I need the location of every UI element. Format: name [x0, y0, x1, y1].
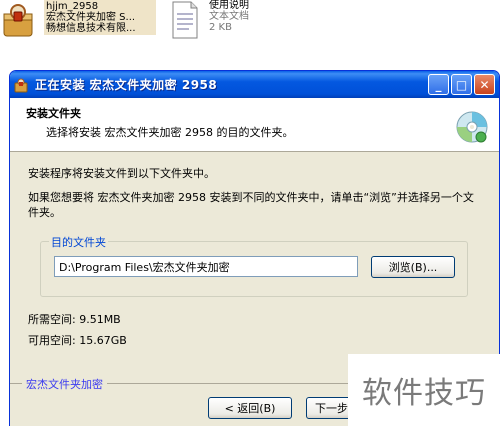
destination-folder-label: 目的文件夹	[49, 234, 108, 250]
browse-button[interactable]: 浏览(B)...	[371, 256, 455, 278]
screen: hjjm_2958 宏杰文件夹加密 S... 畅想信息技术有限... 使用说明 …	[0, 0, 500, 426]
installer-file-name: hjjm_2958	[46, 1, 99, 12]
installer-package-icon	[0, 0, 40, 40]
installer-file-description: 宏杰文件夹加密 S...	[46, 12, 136, 23]
install-info-text: 安装程序将安装文件到以下文件夹中。	[28, 167, 215, 180]
readme-file-size: 2 KB	[209, 22, 232, 33]
destination-folder-input[interactable]: D:\Program Files\宏杰文件夹加密	[54, 256, 358, 277]
installer-package-icon	[14, 77, 30, 93]
back-button[interactable]: < 返回(B)	[208, 397, 292, 419]
minimize-icon: _	[435, 77, 442, 92]
readme-file-name: 使用说明	[209, 0, 249, 11]
watermark: 软件技巧	[348, 354, 500, 426]
page-title: 安装文件夹	[26, 107, 81, 120]
desktop-file-readme[interactable]: 使用说明 文本文档 2 KB	[165, 0, 305, 44]
text-document-icon	[165, 0, 205, 40]
close-button[interactable]: ✕	[474, 74, 495, 95]
space-available-text: 可用空间: 15.67GB	[28, 334, 127, 347]
desktop-file-installer[interactable]: hjjm_2958 宏杰文件夹加密 S... 畅想信息技术有限...	[0, 0, 160, 44]
title-bar[interactable]: 正在安装 宏杰文件夹加密 2958 _ □ ✕	[10, 71, 499, 98]
cd-disc-icon	[455, 110, 489, 144]
installer-file-company: 畅想信息技术有限...	[46, 23, 136, 34]
readme-file-type: 文本文档	[209, 11, 249, 22]
install-instruction-text: 如果您想要将 宏杰文件夹加密 2958 安装到不同的文件夹中，请单击“浏览”并选…	[28, 191, 474, 219]
branding-label: 宏杰文件夹加密	[22, 376, 107, 392]
maximize-icon: □	[455, 77, 468, 92]
maximize-button[interactable]: □	[451, 74, 472, 95]
destination-folder-group: 目的文件夹 D:\Program Files\宏杰文件夹加密 浏览(B)...	[40, 234, 468, 297]
watermark-text: 软件技巧	[362, 376, 486, 411]
window-title: 正在安装 宏杰文件夹加密 2958	[35, 78, 218, 92]
close-icon: ✕	[479, 77, 490, 92]
minimize-button[interactable]: _	[428, 74, 449, 95]
space-required-text: 所需空间: 9.51MB	[28, 313, 121, 326]
page-header: 安装文件夹 选择将安装 宏杰文件夹加密 2958 的目的文件夹。	[10, 98, 499, 152]
page-subtitle: 选择将安装 宏杰文件夹加密 2958 的目的文件夹。	[46, 126, 294, 139]
